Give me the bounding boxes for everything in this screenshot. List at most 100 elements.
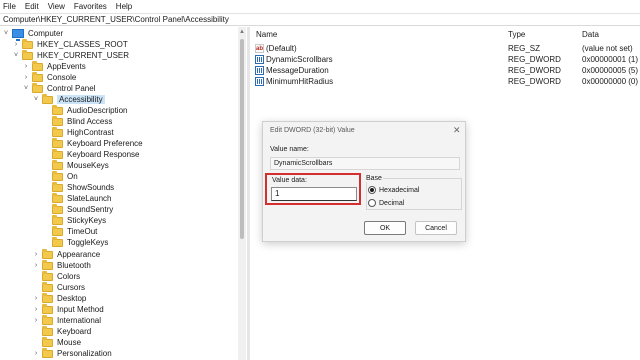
tree-item-label: Cursors bbox=[57, 283, 86, 292]
tree-item[interactable]: Blind Access bbox=[42, 115, 112, 127]
tree-item[interactable]: Mouse bbox=[32, 336, 81, 348]
registry-tree: ˅ Computer › HKEY_CLASSES_ROOT ˅ HKEY_CU… bbox=[0, 27, 237, 360]
value-data-input[interactable]: 1 bbox=[271, 187, 357, 201]
dialog-title: Edit DWORD (32-bit) Value bbox=[270, 127, 355, 134]
column-header-type[interactable]: Type bbox=[508, 30, 525, 39]
folder-icon bbox=[32, 60, 43, 71]
chevron-down-icon[interactable]: ˅ bbox=[12, 50, 20, 61]
radio-decimal[interactable]: Decimal bbox=[368, 199, 404, 207]
tree-item[interactable]: › Appearance bbox=[32, 248, 101, 260]
tree-item-label: SlateLaunch bbox=[67, 194, 112, 203]
value-data: 0x00000000 (0) bbox=[582, 77, 639, 86]
chevron-right-icon[interactable]: › bbox=[32, 260, 40, 271]
tree-item[interactable]: HighContrast bbox=[42, 126, 114, 138]
tree-item-label: Accessibility bbox=[57, 95, 105, 104]
chevron-down-icon[interactable]: ˅ bbox=[32, 94, 40, 105]
tree-item-label: On bbox=[67, 172, 78, 181]
radio-selected-icon[interactable] bbox=[368, 186, 376, 194]
folder-icon bbox=[32, 82, 43, 93]
tree-item-accessibility[interactable]: ˅ Accessibility bbox=[32, 93, 105, 105]
tree-item[interactable]: Colors bbox=[32, 270, 81, 282]
menu-edit[interactable]: Edit bbox=[25, 2, 39, 11]
tree-item-hkcu[interactable]: ˅ HKEY_CURRENT_USER bbox=[12, 49, 130, 61]
tree-item[interactable]: TimeOut bbox=[42, 225, 97, 237]
tree-item-hkcr[interactable]: › HKEY_CLASSES_ROOT bbox=[12, 38, 128, 50]
tree-item[interactable]: MouseKeys bbox=[42, 159, 109, 171]
tree-item[interactable]: Keyboard Response bbox=[42, 148, 140, 160]
chevron-right-icon[interactable]: › bbox=[32, 249, 40, 260]
tree-item[interactable]: ShowSounds bbox=[42, 181, 114, 193]
tree-item-label: Input Method bbox=[57, 305, 104, 314]
folder-icon bbox=[42, 303, 53, 314]
tree-item[interactable]: On bbox=[42, 170, 78, 182]
tree-item-appevents[interactable]: › AppEvents bbox=[22, 60, 86, 72]
folder-icon bbox=[42, 93, 53, 104]
chevron-right-icon[interactable]: › bbox=[22, 72, 30, 83]
tree-item[interactable]: › Input Method bbox=[32, 303, 104, 315]
folder-icon bbox=[52, 214, 63, 225]
cancel-button[interactable]: Cancel bbox=[415, 221, 457, 235]
tree-item[interactable]: SlateLaunch bbox=[42, 192, 112, 204]
folder-icon bbox=[32, 71, 43, 82]
column-header-data[interactable]: Data bbox=[582, 30, 599, 39]
tree-item[interactable]: Keyboard bbox=[32, 325, 91, 337]
tree-item-label: Keyboard Preference bbox=[67, 139, 143, 148]
list-row[interactable]: MessageDuration REG_DWORD 0x00000005 (5) bbox=[250, 65, 640, 76]
tree-item-label: Appearance bbox=[57, 250, 101, 259]
folder-icon bbox=[52, 148, 63, 159]
tree-item[interactable]: ToggleKeys bbox=[42, 236, 108, 248]
folder-icon bbox=[42, 347, 53, 358]
chevron-right-icon[interactable]: › bbox=[32, 348, 40, 359]
list-row[interactable]: ab (Default) REG_SZ (value not set) bbox=[250, 43, 640, 54]
list-row[interactable]: DynamicScrollbars REG_DWORD 0x00000001 (… bbox=[250, 54, 640, 65]
tree-item[interactable]: SoundSentry bbox=[42, 203, 113, 215]
tree-item[interactable]: Cursors bbox=[32, 281, 86, 293]
menu-bar: File Edit View Favorites Help bbox=[0, 0, 640, 13]
edit-dword-dialog: Edit DWORD (32-bit) Value ✕ Value name: … bbox=[262, 121, 466, 242]
ok-button[interactable]: OK bbox=[364, 221, 406, 235]
chevron-right-icon[interactable]: › bbox=[32, 315, 40, 326]
menu-help[interactable]: Help bbox=[116, 2, 132, 11]
value-name: DynamicScrollbars bbox=[266, 55, 333, 64]
tree-item-console[interactable]: › Console bbox=[22, 71, 76, 83]
tree-item[interactable]: › Personalization bbox=[32, 347, 112, 359]
tree-scrollbar[interactable]: ▲ bbox=[238, 27, 246, 360]
radio-unselected-icon[interactable] bbox=[368, 199, 376, 207]
value-type: REG_DWORD bbox=[508, 66, 561, 75]
menu-view[interactable]: View bbox=[48, 2, 65, 11]
chevron-right-icon[interactable]: › bbox=[12, 39, 20, 50]
list-row[interactable]: MinimumHitRadius REG_DWORD 0x00000000 (0… bbox=[250, 76, 640, 87]
tree-item-label: Colors bbox=[57, 272, 81, 281]
tree-item-computer[interactable]: ˅ Computer bbox=[2, 28, 63, 41]
tree-item[interactable]: Keyboard Preference bbox=[42, 137, 143, 149]
address-bar[interactable]: Computer\HKEY_CURRENT_USER\Control Panel… bbox=[0, 13, 640, 26]
chevron-right-icon[interactable]: › bbox=[32, 293, 40, 304]
tree-item-label: AudioDescription bbox=[67, 106, 128, 115]
tree-item-label: HKEY_CURRENT_USER bbox=[37, 51, 130, 60]
folder-icon bbox=[52, 104, 63, 115]
folder-icon bbox=[52, 203, 63, 214]
radio-hexadecimal[interactable]: Hexadecimal bbox=[368, 186, 419, 194]
folder-icon bbox=[22, 49, 33, 60]
chevron-down-icon[interactable]: ˅ bbox=[2, 28, 10, 39]
close-icon[interactable]: ✕ bbox=[453, 125, 461, 136]
menu-file[interactable]: File bbox=[3, 2, 16, 11]
tree-item[interactable]: › Bluetooth bbox=[32, 259, 91, 271]
scrollbar-thumb[interactable] bbox=[240, 39, 244, 239]
tree-item[interactable]: › Desktop bbox=[32, 292, 86, 304]
chevron-down-icon[interactable]: ˅ bbox=[22, 83, 30, 94]
column-header-name[interactable]: Name bbox=[256, 30, 277, 39]
tree-item[interactable]: StickyKeys bbox=[42, 214, 106, 226]
tree-item[interactable]: AudioDescription bbox=[42, 104, 128, 116]
tree-item-label: MouseKeys bbox=[67, 161, 109, 170]
tree-item[interactable]: › International bbox=[32, 314, 101, 326]
value-type: REG_DWORD bbox=[508, 55, 561, 64]
tree-item-control-panel[interactable]: ˅ Control Panel bbox=[22, 82, 95, 94]
address-path[interactable]: Computer\HKEY_CURRENT_USER\Control Panel… bbox=[3, 15, 229, 24]
value-name: MessageDuration bbox=[266, 66, 329, 75]
value-name-field: DynamicScrollbars bbox=[270, 157, 460, 170]
chevron-right-icon[interactable]: › bbox=[32, 304, 40, 315]
menu-favorites[interactable]: Favorites bbox=[74, 2, 107, 11]
scroll-up-icon[interactable]: ▲ bbox=[239, 29, 245, 35]
chevron-right-icon[interactable]: › bbox=[22, 61, 30, 72]
